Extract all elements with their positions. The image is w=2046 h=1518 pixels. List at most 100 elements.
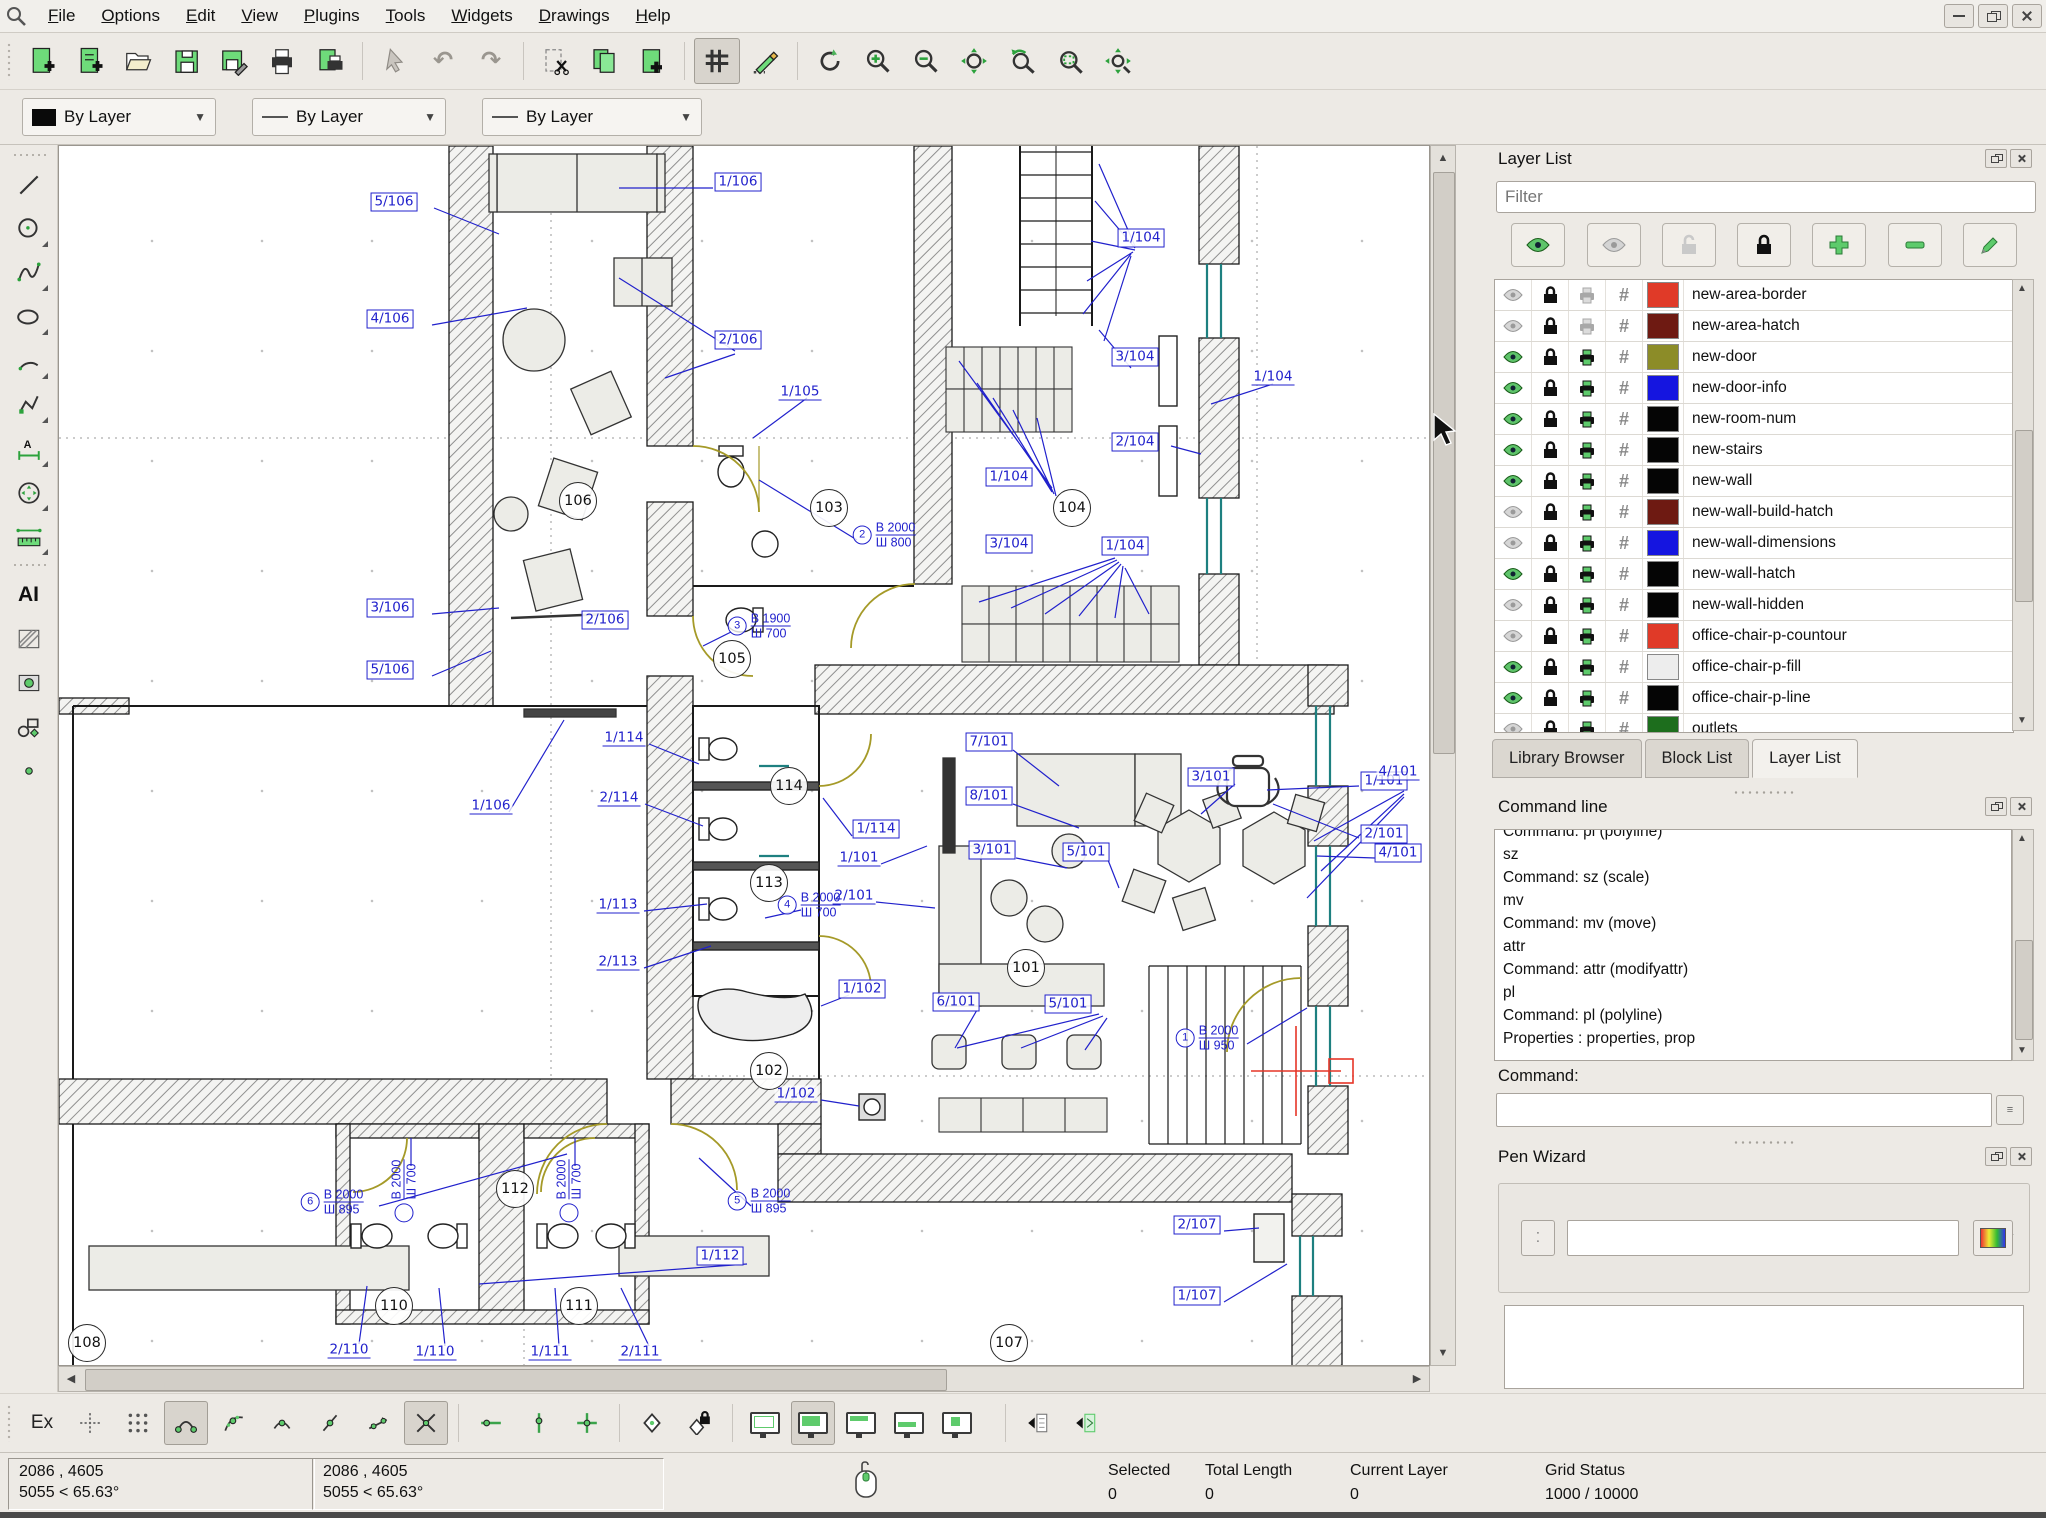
snap-grid-button[interactable] (116, 1401, 160, 1445)
layer-row[interactable]: #new-wall-build-hatch (1495, 497, 2013, 528)
cut-button[interactable] (533, 38, 579, 84)
draft-view-4-button[interactable] (887, 1401, 931, 1445)
insert-image-tool-button[interactable] (6, 661, 52, 705)
isometric-grid-button[interactable] (742, 38, 788, 84)
snap-distance-button[interactable] (356, 1401, 400, 1445)
layer-color-swatch[interactable] (1643, 280, 1684, 310)
scroll-up-icon[interactable]: ▲ (2011, 830, 2033, 848)
circle-tool-button[interactable] (6, 207, 52, 251)
horizontal-scrollbar[interactable]: ◀ ▶ (58, 1366, 1430, 1392)
modify-move-tool-button[interactable] (6, 471, 52, 515)
layer-lock-icon[interactable] (1532, 714, 1569, 733)
drawing-canvas[interactable]: 5/1061/1064/1062/1061/1043/1042/1041/104… (58, 145, 1430, 1366)
open-button[interactable] (115, 38, 161, 84)
scroll-left-icon[interactable]: ◀ (59, 1367, 83, 1391)
save-as-button[interactable] (211, 38, 257, 84)
layer-print-icon[interactable] (1569, 528, 1606, 558)
text-tool-button[interactable]: AI (6, 573, 52, 617)
layer-visibility-icon[interactable] (1495, 714, 1532, 733)
auto-zoom-button[interactable] (951, 38, 997, 84)
layer-row[interactable]: #new-room-num (1495, 404, 2013, 435)
layer-construction-icon[interactable]: # (1606, 342, 1643, 372)
layer-row[interactable]: #new-area-hatch (1495, 311, 2013, 342)
layer-print-icon[interactable] (1569, 497, 1606, 527)
layer-row[interactable]: #new-door-info (1495, 373, 2013, 404)
layer-color-swatch[interactable] (1643, 559, 1684, 589)
layer-lock-icon[interactable] (1532, 528, 1569, 558)
polyline-tool-button[interactable] (6, 383, 52, 427)
layer-visibility-icon[interactable] (1495, 683, 1532, 713)
undo-button[interactable]: ↶ (420, 38, 466, 84)
pen-wizard-mode-button[interactable]: ⁚ (1521, 1220, 1555, 1256)
print-button[interactable] (259, 38, 305, 84)
zoom-pan-button[interactable] (1095, 38, 1141, 84)
menu-drawings[interactable]: Drawings (526, 2, 623, 30)
layer-row[interactable]: #office-chair-p-countour (1495, 621, 2013, 652)
layer-construction-icon[interactable]: # (1606, 373, 1643, 403)
layer-lock-icon[interactable] (1532, 404, 1569, 434)
draft-view-3-button[interactable] (839, 1401, 883, 1445)
layer-print-icon[interactable] (1569, 342, 1606, 372)
toggle-right-dock-button[interactable] (1064, 1401, 1108, 1445)
layer-row[interactable]: #outlets (1495, 714, 2013, 733)
layer-print-icon[interactable] (1569, 683, 1606, 713)
remove-layer-button[interactable] (1888, 223, 1942, 267)
modify-layer-button[interactable] (1963, 223, 2017, 267)
layer-lock-icon[interactable] (1532, 373, 1569, 403)
layer-visibility-icon[interactable] (1495, 342, 1532, 372)
layer-visibility-icon[interactable] (1495, 497, 1532, 527)
menu-widgets[interactable]: Widgets (438, 2, 525, 30)
print-preview-button[interactable] (307, 38, 353, 84)
snap-free-button[interactable] (68, 1401, 112, 1445)
layer-visibility-icon[interactable] (1495, 373, 1532, 403)
layer-lock-icon[interactable] (1532, 466, 1569, 496)
layer-construction-icon[interactable]: # (1606, 497, 1643, 527)
layer-visibility-icon[interactable] (1495, 621, 1532, 651)
layer-color-swatch[interactable] (1643, 683, 1684, 713)
scroll-up-icon[interactable]: ▲ (2011, 280, 2033, 298)
pen-wizard-float-button[interactable] (1985, 1147, 2007, 1166)
line-type-combobox[interactable]: By Layer ▼ (482, 98, 702, 136)
minimize-button[interactable] (1944, 4, 1974, 28)
layer-print-icon[interactable] (1569, 311, 1606, 341)
layer-print-icon[interactable] (1569, 590, 1606, 620)
vertical-scrollbar[interactable]: ▲ ▼ (1430, 145, 1456, 1366)
ellipse-tool-button[interactable] (6, 295, 52, 339)
menu-view[interactable]: View (228, 2, 291, 30)
unlock-all-layers-button[interactable] (1662, 223, 1716, 267)
layer-list-float-button[interactable] (1985, 149, 2007, 168)
point-tool-button[interactable] (6, 749, 52, 793)
snap-endpoint-button[interactable] (164, 1401, 208, 1445)
previous-view-button[interactable] (999, 38, 1045, 84)
layer-color-swatch[interactable] (1643, 652, 1684, 682)
layer-print-icon[interactable] (1569, 621, 1606, 651)
paste-button[interactable] (629, 38, 675, 84)
menu-help[interactable]: Help (623, 2, 684, 30)
layer-construction-icon[interactable]: # (1606, 404, 1643, 434)
layer-color-swatch[interactable] (1643, 435, 1684, 465)
layer-visibility-icon[interactable] (1495, 590, 1532, 620)
layer-row[interactable]: #new-wall (1495, 466, 2013, 497)
hide-all-layers-button[interactable] (1587, 223, 1641, 267)
layer-lock-icon[interactable] (1532, 590, 1569, 620)
color-combobox[interactable]: By Layer ▼ (22, 98, 216, 136)
layer-print-icon[interactable] (1569, 435, 1606, 465)
layer-row[interactable]: #new-door (1495, 342, 2013, 373)
restrict-horizontal-button[interactable] (469, 1401, 513, 1445)
tab-block-list[interactable]: Block List (1645, 739, 1750, 778)
grid-toggle-button[interactable] (694, 38, 740, 84)
new-button[interactable] (19, 38, 65, 84)
command-input[interactable] (1496, 1093, 1992, 1127)
layer-lock-icon[interactable] (1532, 342, 1569, 372)
layer-construction-icon[interactable]: # (1606, 621, 1643, 651)
layer-print-icon[interactable] (1569, 466, 1606, 496)
layer-construction-icon[interactable]: # (1606, 590, 1643, 620)
layer-print-icon[interactable] (1569, 404, 1606, 434)
draft-view-2-button[interactable] (791, 1401, 835, 1445)
layer-visibility-icon[interactable] (1495, 404, 1532, 434)
layer-construction-icon[interactable]: # (1606, 714, 1643, 733)
scroll-down-icon[interactable]: ▼ (2011, 1042, 2033, 1060)
layer-color-swatch[interactable] (1643, 714, 1684, 733)
copy-button[interactable] (581, 38, 627, 84)
dock-splitter[interactable] (1734, 787, 1794, 797)
